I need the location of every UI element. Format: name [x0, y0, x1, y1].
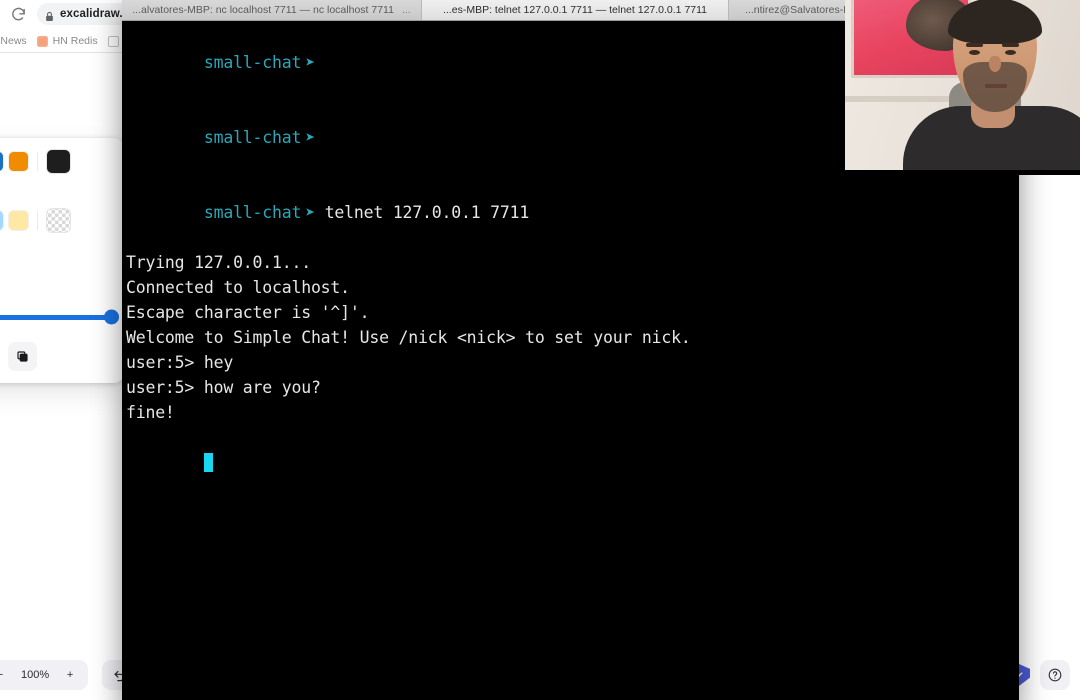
terminal-line: Connected to localhost.: [126, 278, 350, 297]
bookmark-item[interactable]: HN Redis: [36, 35, 98, 47]
stroke-swatch-orange[interactable]: [9, 152, 28, 171]
reload-icon[interactable]: [10, 6, 27, 23]
background-swatch-blue[interactable]: [0, 211, 3, 230]
terminal-line: user:5> how are you?: [126, 378, 321, 397]
tab-label: es-MBP: telnet 127.0.0.1 7711 — telnet 1…: [451, 4, 708, 16]
screen: excalidraw.co r News HN Redis E: [0, 0, 1080, 700]
webcam-person-nose: [989, 56, 1001, 72]
excalidraw-properties-panel: e del tratto 100: [0, 138, 124, 383]
webcam-person-eyebrow-right: [1002, 43, 1019, 47]
webcam-bottom-strip: [845, 170, 1080, 175]
terminal-line: small-chat ➤ telnet 127.0.0.1 7711: [126, 175, 1019, 250]
background-color-row: [0, 209, 112, 232]
bookmark-item[interactable]: r News: [0, 35, 27, 47]
opacity-slider-knob[interactable]: [104, 309, 119, 325]
terminal-tab-title: ...alvatores-MBP: nc localhost 7711 — nc…: [132, 4, 394, 16]
terminal-line: Escape character is '^]'.: [126, 303, 370, 322]
stroke-color-row: [0, 150, 112, 173]
hn-redis-favicon: [36, 35, 48, 47]
tab-label: ntirez@Salvatores-MB: [753, 4, 859, 16]
tab-label: alvatores-MBP: nc localhost 7711 — nc lo…: [141, 4, 394, 16]
shell-prompt-name: small-chat: [203, 53, 302, 72]
tab-prefix: ...: [132, 4, 142, 16]
background-swatch-transparent[interactable]: [47, 209, 70, 232]
zoom-controls: − 100% +: [0, 660, 89, 690]
shell-prompt-arrow: ➤: [305, 203, 315, 222]
webcam-person-mouth: [985, 84, 1007, 88]
stroke-swatch-active[interactable]: [47, 150, 70, 173]
terminal-line: Welcome to Simple Chat! Use /nick <nick>…: [126, 328, 691, 347]
opacity-slider[interactable]: 100: [0, 306, 119, 328]
terminal-cursor: [203, 453, 213, 472]
webcam-person-eyebrow-left: [966, 43, 983, 47]
webcam-person-eye-left: [969, 50, 980, 55]
terminal-line: Trying 127.0.0.1...: [126, 253, 311, 272]
background-swatch-yellow[interactable]: [9, 211, 28, 230]
shell-prompt-arrow: ➤: [305, 128, 315, 147]
terminal-input-line[interactable]: [126, 425, 1019, 500]
terminal-line: fine!: [126, 403, 175, 422]
tab-overflow-ellipsis: ...: [401, 4, 411, 16]
shell-prompt-name: small-chat: [203, 128, 302, 147]
stroke-swatch-blue[interactable]: [0, 152, 3, 171]
shell-prompt-name: small-chat: [203, 203, 302, 222]
swatch-divider: [37, 152, 38, 171]
opacity-slider-track: 100: [0, 309, 119, 325]
layers-row: [0, 342, 112, 371]
swatch-divider: [37, 211, 38, 230]
stroke-width-options: [0, 257, 112, 286]
webcam-person-hair: [948, 0, 1042, 44]
stroke-width-label: e del tratto: [0, 241, 112, 252]
webcam-person-eye-right: [1005, 50, 1016, 55]
bookmark-label: HN Redis: [52, 35, 98, 47]
terminal-tab-title: ...ntirez@Salvatores-MB: [745, 4, 859, 16]
terminal-line: user:5> hey: [126, 353, 234, 372]
tab-prefix: ...: [442, 4, 452, 16]
terminal-tab-title: ...es-MBP: telnet 127.0.0.1 7711 — telne…: [443, 4, 707, 16]
help-icon[interactable]: [1040, 660, 1070, 690]
terminal-tab-telnet[interactable]: ...es-MBP: telnet 127.0.0.1 7711 — telne…: [422, 0, 729, 20]
terminal-command: telnet 127.0.0.1 7711: [324, 203, 530, 222]
shell-prompt-arrow: ➤: [305, 53, 315, 72]
doc-favicon: [107, 35, 119, 47]
zoom-level[interactable]: 100%: [14, 661, 56, 689]
bring-to-front-icon[interactable]: [8, 342, 37, 371]
zoom-out-button[interactable]: −: [0, 661, 14, 689]
webcam-overlay[interactable]: [845, 0, 1080, 175]
zoom-in-button[interactable]: +: [56, 661, 84, 689]
lock-icon: [45, 9, 54, 21]
bookmark-label: r News: [0, 35, 27, 47]
tab-prefix: ...: [745, 4, 754, 16]
terminal-tab-nc[interactable]: ...alvatores-MBP: nc localhost 7711 — nc…: [122, 0, 422, 20]
